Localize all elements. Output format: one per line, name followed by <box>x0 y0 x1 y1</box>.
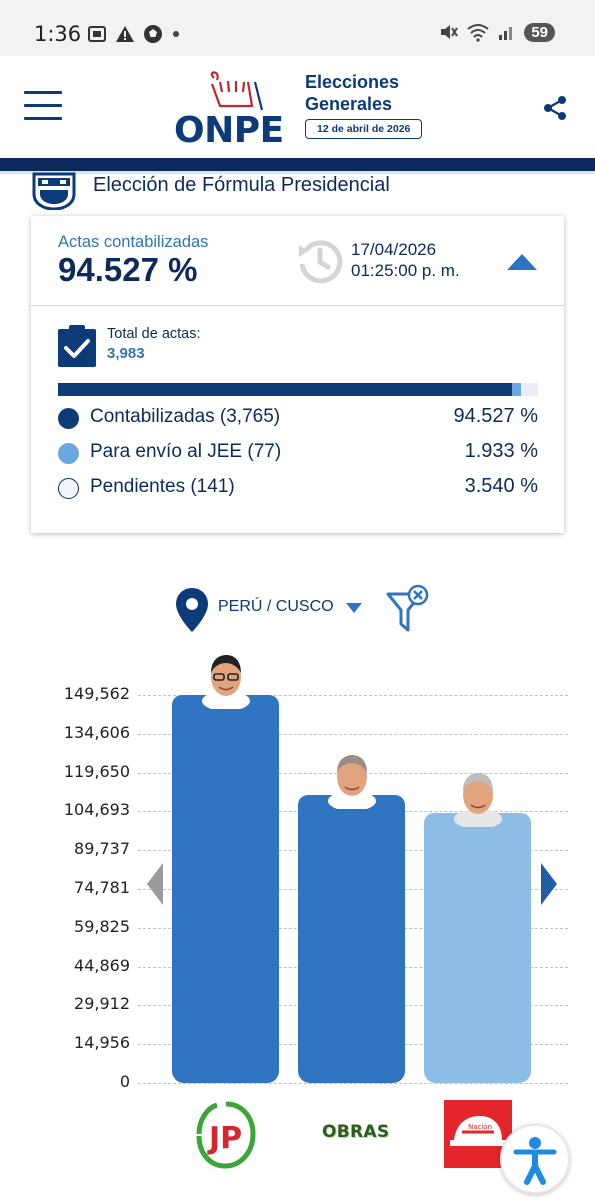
bar-obras[interactable] <box>298 795 405 1083</box>
gridline <box>138 1083 568 1084</box>
update-timestamp: 17/04/2026 01:25:00 p. m. <box>351 239 460 281</box>
status-time: 1:36 <box>34 22 82 46</box>
y-tick-label: 119,650 <box>63 761 130 781</box>
y-tick-label: 14,956 <box>74 1033 130 1053</box>
candidate-avatar <box>201 655 250 709</box>
y-tick-label: 104,693 <box>63 800 130 820</box>
party-logo-nacion-text: Nación <box>468 1123 492 1131</box>
legend-dot <box>58 408 79 429</box>
bar-nacin[interactable] <box>424 813 531 1083</box>
legend-row-pendientes: Pendientes (141) 3.540 % <box>58 474 538 502</box>
location-pin-icon[interactable] <box>174 586 210 634</box>
actas-progress-bar <box>58 383 538 396</box>
legend-value: 94.527 % <box>453 405 538 427</box>
legend-dot <box>58 478 79 499</box>
chevron-down-icon[interactable] <box>345 602 363 614</box>
chevron-left-icon[interactable] <box>146 862 164 906</box>
onpe-logo: ONPE <box>172 70 292 151</box>
signal-icon <box>499 27 513 40</box>
location-selector[interactable]: PERÚ / CUSCO <box>218 598 334 616</box>
legend-label: Contabilizadas (3,765) <box>90 406 281 427</box>
update-time: 01:25:00 p. m. <box>351 261 460 280</box>
section-header: Elección de Fórmula Presidencial <box>30 168 570 210</box>
party-logo-jp-text: JP <box>207 1121 242 1156</box>
y-tick-label: 44,869 <box>74 955 130 975</box>
y-tick-label: 89,737 <box>74 839 130 859</box>
legend-dot <box>58 443 79 464</box>
y-tick-label: 134,606 <box>63 722 130 742</box>
legend-row-contabilizadas: Contabilizadas (3,765) 94.527 % <box>58 404 538 432</box>
y-tick-label: 149,562 <box>63 684 130 703</box>
legend-label: Para envío al JEE (77) <box>90 441 282 462</box>
chevron-right-icon[interactable] <box>540 862 558 906</box>
legend-value: 3.540 % <box>464 475 538 497</box>
legend-row-jee: Para envío al JEE (77) 1.933 % <box>58 439 538 467</box>
progress-jee <box>511 383 521 396</box>
warning-icon <box>116 26 134 42</box>
soccer-icon <box>144 25 162 43</box>
legend-value: 1.933 % <box>464 440 538 462</box>
legend-label: Pendientes (141) <box>90 476 235 497</box>
peru-crest-icon <box>32 172 76 210</box>
total-actas-value: 3,983 <box>107 345 145 362</box>
accessibility-button[interactable] <box>500 1124 570 1194</box>
progress-contabilizadas <box>58 383 512 396</box>
screenshot-icon <box>88 26 106 42</box>
progress-pendientes <box>521 383 538 396</box>
election-date-badge: 12 de abril de 2026 <box>305 119 423 139</box>
elections-title: Elecciones Generales <box>305 71 399 115</box>
hamburger-icon[interactable] <box>24 91 62 121</box>
update-date: 17/04/2026 <box>351 240 437 259</box>
dot-icon <box>173 31 179 37</box>
clipboard-check-icon <box>58 325 96 367</box>
status-bar: 1:36 59 <box>0 0 595 56</box>
summary-card-header: Actas contabilizadas 94.527 % 17/04/2026… <box>31 216 564 306</box>
party-logo-obras: OBRAS <box>322 1122 390 1142</box>
battery-level: 59 <box>524 22 555 42</box>
logo-text: ONPE <box>174 110 284 151</box>
elections-title-line2: Generales <box>305 94 393 114</box>
summary-card: Actas contabilizadas 94.527 % 17/04/2026… <box>31 216 564 533</box>
elections-title-line1: Elecciones <box>305 72 400 92</box>
total-actas-label: Total de actas: <box>107 326 201 342</box>
candidate-avatar <box>453 773 502 828</box>
wifi-icon <box>467 24 489 42</box>
actas-label: Actas contabilizadas <box>58 233 209 251</box>
status-icons-left <box>87 24 181 44</box>
filter-clear-icon[interactable] <box>385 584 431 634</box>
status-icons-right: 59 <box>438 22 555 42</box>
section-title: Elección de Fórmula Presidencial <box>93 174 390 196</box>
app-header: ONPE Elecciones Generales 12 de abril de… <box>0 56 595 158</box>
accessibility-icon <box>513 1137 557 1185</box>
votes-bar-chart: 149,562 134,606 119,650 104,693 89,737 74,781… <box>0 640 595 1100</box>
mute-icon <box>441 25 459 39</box>
ballot-hand-icon <box>210 71 264 111</box>
clock-history-icon <box>299 240 343 284</box>
y-tick-label: 74,781 <box>74 878 130 897</box>
share-icon[interactable] <box>541 94 569 122</box>
collapse-chevron-icon[interactable] <box>505 252 539 272</box>
y-tick-label: 59,825 <box>74 916 130 936</box>
party-logo-jp: JP <box>196 1101 256 1169</box>
candidate-avatar <box>327 755 376 810</box>
bar-jp[interactable] <box>172 695 279 1083</box>
actas-percent: 94.527 % <box>58 251 198 288</box>
y-tick-label: 29,912 <box>74 994 130 1014</box>
y-tick-label: 0 <box>119 1072 130 1091</box>
